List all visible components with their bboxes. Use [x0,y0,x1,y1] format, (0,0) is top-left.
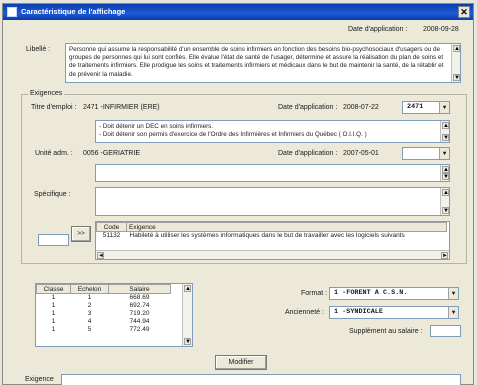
exigence-table: Code Exigence 51132 Habileté à utiliser … [95,221,450,260]
unite-requirements-scrollbar[interactable]: ▲ ▼ [440,165,449,181]
libelle-text: Personne qui assume la responsabilité d'… [69,46,444,78]
exigence-text-cell: Habileté à utiliser les systèmes informa… [129,232,405,240]
scroll-down-arrow-icon[interactable]: ▼ [184,338,191,345]
column-header-classe[interactable]: Classe [36,284,71,294]
table-row[interactable]: 1 5 772.49 [37,326,171,334]
scroll-right-arrow-icon[interactable]: ► [441,252,448,259]
add-exigence-button[interactable]: >> [71,226,91,242]
table-row[interactable]: 1 4 744.94 [37,318,171,326]
column-header-code[interactable]: Code [96,222,127,232]
scroll-up-arrow-icon[interactable]: ▲ [442,122,449,129]
format-label: Format : [301,290,328,297]
titre-emploi-combo-value: 2471 [407,103,424,111]
scroll-up-arrow-icon[interactable]: ▲ [453,45,460,52]
unite-adm-label: Unité adm. : [35,150,73,157]
scroll-down-arrow-icon[interactable]: ▼ [442,207,449,214]
echelon-cell: 4 [87,318,92,325]
table-row[interactable]: 1 3 719.20 [37,310,171,318]
scroll-down-arrow-icon[interactable]: ▼ [453,74,460,81]
titre-emploi-value: 2471 -INFIRMIER (ERE) [83,104,160,111]
title-bar: Caractéristique de l'affichage ✕ [3,4,473,20]
table-row[interactable]: 51132 Habileté à utiliser les systèmes i… [97,232,447,240]
salaire-cell: 744.94 [129,318,150,325]
echelon-cell: 5 [87,326,92,333]
column-header-exigence[interactable]: Exigence [126,222,447,232]
unite-adm-value: 0056 -GERIATRIE [83,150,141,157]
specifique-scrollbar[interactable]: ▲ ▼ [440,188,449,215]
column-header-salaire[interactable]: Salaire [108,284,171,294]
footer-exigence-field[interactable] [61,374,461,385]
libelle-label: Libellé : [26,46,51,53]
chevron-down-icon[interactable]: ▼ [448,288,458,299]
unite-adm-combo[interactable]: ▼ [402,147,450,160]
chevron-down-icon[interactable]: ▼ [439,148,449,159]
unite-date-value: 2007-05-01 [343,150,379,157]
table-row[interactable]: 1 1 668.69 [37,294,171,302]
libelle-textarea[interactable]: Personne qui assume la responsabilité d'… [65,43,461,83]
salaire-cell: 668.69 [129,294,150,302]
supplement-label: Supplément au salaire : [349,328,423,335]
exigence-code-cell: 51132 [102,232,121,240]
anciennete-label: Ancienneté : [285,309,324,316]
titre-emploi-combo[interactable]: 2471 ▼ [402,101,450,114]
footer-exigence-label: Exigence [25,376,54,383]
classe-cell: 1 [51,302,56,309]
classe-cell: 1 [51,326,56,333]
unite-requirements[interactable]: ▲ ▼ [95,164,450,182]
classe-cell: 1 [51,310,56,317]
window-title: Caractéristique de l'affichage [21,7,126,16]
exigences-group-title: Exigences [28,90,65,97]
libelle-scrollbar[interactable]: ▲ ▼ [451,44,460,82]
scroll-left-arrow-icon[interactable]: ◄ [97,252,104,259]
date-application-label: Date d'application : [348,26,408,33]
scroll-down-arrow-icon[interactable]: ▼ [442,134,449,141]
salaire-cell: 772.49 [129,326,150,333]
chevron-down-icon[interactable]: ▼ [448,307,458,318]
specifique-textarea[interactable]: ▲ ▼ [95,187,450,216]
dialog-window: Caractéristique de l'affichage ✕ Date d'… [2,3,474,385]
scroll-up-arrow-icon[interactable]: ▲ [442,166,449,173]
echelon-cell: 3 [87,310,92,317]
salary-table-header: Classe Echelon Salaire [36,284,171,294]
titre-emploi-label: Titre d'emploi : [31,104,77,111]
table-row[interactable]: 1 2 692.74 [37,302,171,310]
format-select-value: 1 -FORENT A C.S.N. [334,289,408,297]
column-header-echelon[interactable]: Echelon [70,284,109,294]
exigence-table-hscroll[interactable]: ◄ ► [96,250,449,259]
modifier-button[interactable]: Modifier [215,355,267,370]
exigence-code-input[interactable] [38,234,69,246]
date-application-value: 2008-09-28 [423,26,459,33]
echelon-cell: 1 [87,294,92,302]
window-app-icon [7,7,17,17]
salary-table-scrollbar[interactable]: ▲ ▼ [182,284,192,346]
echelon-cell: 2 [87,302,92,309]
titre-emploi-date-value: 2008-07-22 [343,104,379,111]
titre-emploi-requirements[interactable]: - Doit détenir un DEC en soins infirmier… [95,120,450,143]
close-button[interactable]: ✕ [458,6,470,18]
classe-cell: 1 [51,318,56,325]
specifique-label: Spécifique : [34,191,71,198]
chevron-down-icon[interactable]: ▼ [439,102,449,113]
classe-cell: 1 [51,294,56,302]
salaire-cell: 692.74 [129,302,150,309]
salary-table: Classe Echelon Salaire 1 1 668.69 1 2 69… [35,283,193,347]
scroll-up-arrow-icon[interactable]: ▲ [184,285,191,292]
unite-date-label: Date d'application : [278,150,338,157]
scroll-down-arrow-icon[interactable]: ▼ [442,173,449,180]
scroll-up-arrow-icon[interactable]: ▲ [442,189,449,196]
anciennete-select[interactable]: 1 -SYNDICALE ▼ [329,306,459,319]
salaire-cell: 719.20 [129,310,150,317]
requirement-line-2: - Doit détenir son permis d'exercice de … [99,131,367,138]
titre-emploi-date-label: Date d'application : [278,104,338,111]
requirements-scrollbar[interactable]: ▲ ▼ [440,121,449,142]
anciennete-select-value: 1 -SYNDICALE [334,308,383,316]
exigence-table-header: Code Exigence [96,222,447,232]
supplement-input[interactable] [430,325,461,337]
requirement-line-1: - Doit détenir un DEC en soins infirmier… [99,123,214,130]
format-select[interactable]: 1 -FORENT A C.S.N. ▼ [329,287,459,300]
